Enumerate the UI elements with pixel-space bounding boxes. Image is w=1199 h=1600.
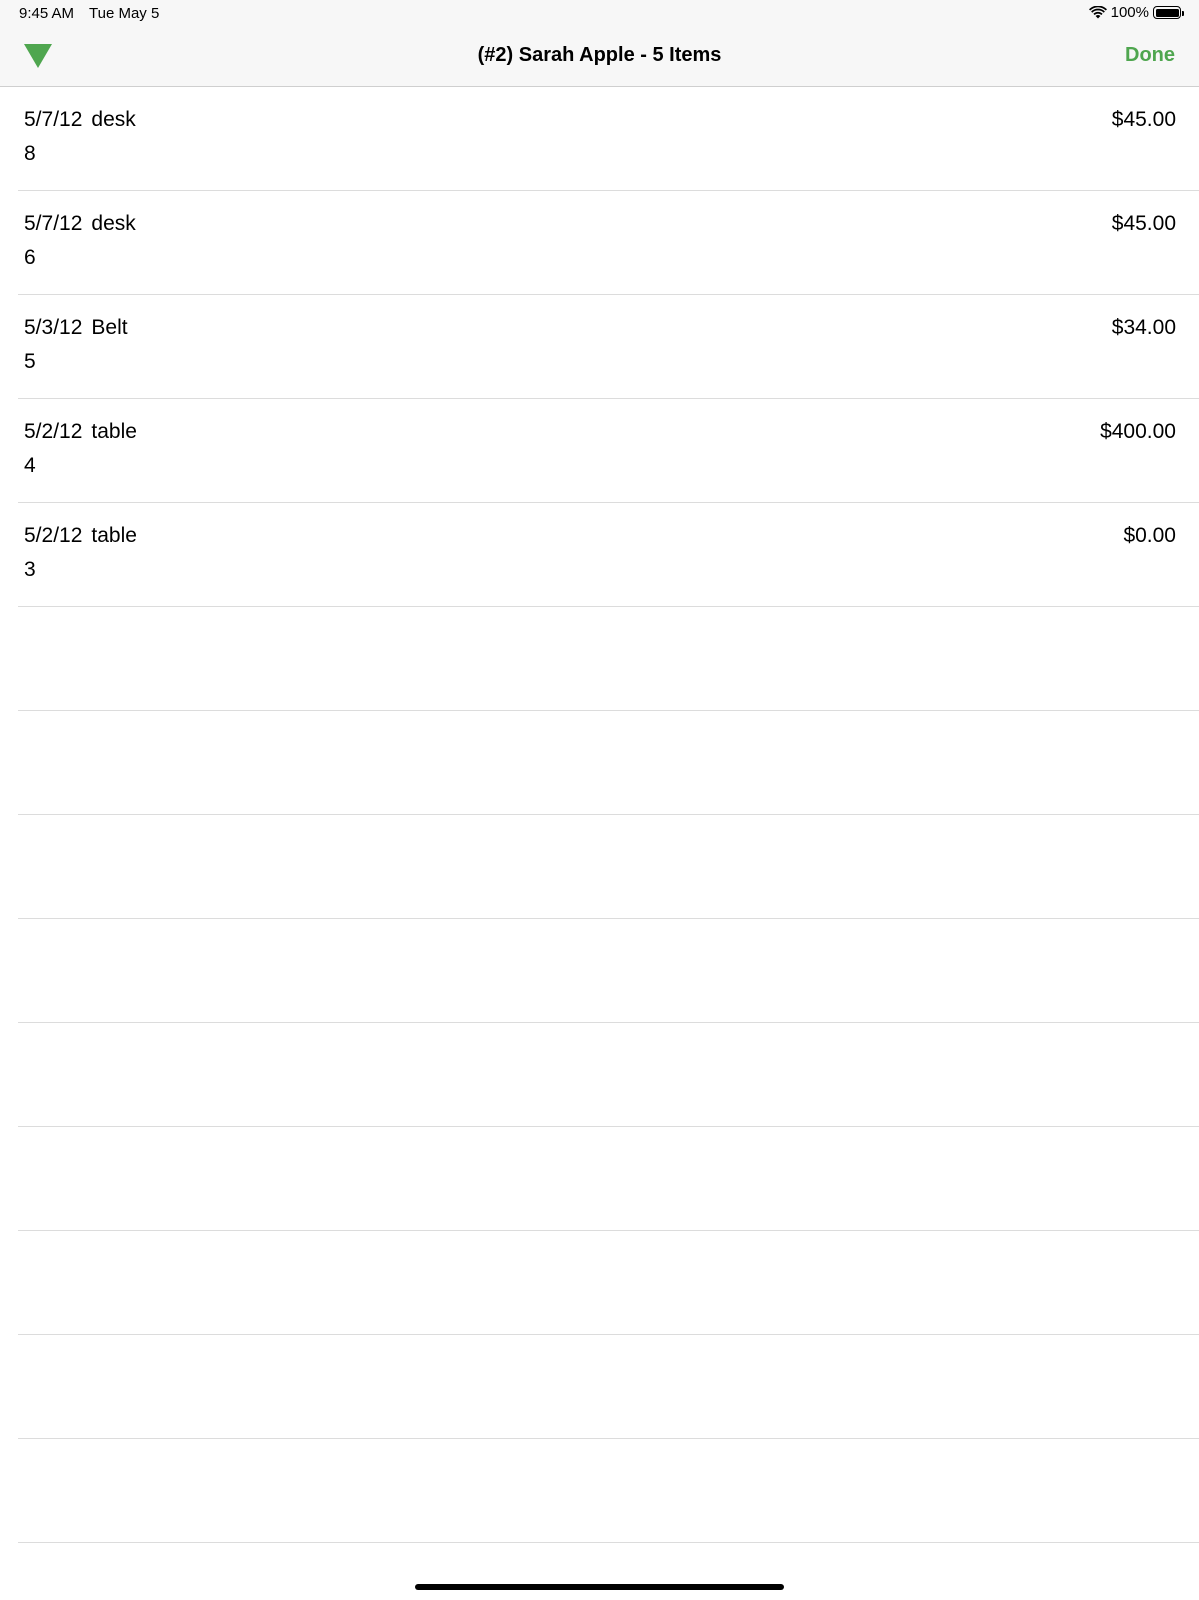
empty-row xyxy=(18,1127,1199,1231)
page-title: (#2) Sarah Apple - 5 Items xyxy=(477,44,722,66)
item-title: 5/2/12 table xyxy=(24,524,137,548)
empty-row xyxy=(18,919,1199,1023)
item-name: table xyxy=(91,420,137,443)
home-indicator[interactable] xyxy=(415,1584,784,1590)
item-price: $0.00 xyxy=(1123,524,1176,547)
item-number: 4 xyxy=(24,454,36,477)
item-title: 5/2/12 table xyxy=(24,420,137,444)
battery-fill xyxy=(1155,8,1179,17)
status-time: 9:45 AM xyxy=(19,5,75,22)
item-name: desk xyxy=(91,108,136,131)
item-number: 3 xyxy=(24,558,36,581)
item-name: table xyxy=(91,524,137,547)
item-date: 5/2/12 xyxy=(24,420,83,443)
done-button[interactable]: Done xyxy=(1125,44,1175,67)
item-date: 5/7/12 xyxy=(24,212,83,235)
item-date: 5/7/12 xyxy=(24,108,83,131)
empty-row xyxy=(18,1335,1199,1439)
item-number: 5 xyxy=(24,350,36,373)
status-indicators: 100% xyxy=(1088,4,1184,21)
status-bar: 9:45 AM Tue May 5 100% xyxy=(0,0,1199,28)
item-title: 5/7/12 desk xyxy=(24,212,136,236)
empty-row xyxy=(18,1439,1199,1543)
empty-row xyxy=(18,607,1199,711)
item-title: 5/7/12 desk xyxy=(24,108,136,132)
item-number: 6 xyxy=(24,246,36,269)
list-item[interactable]: 5/7/12 desk 8 $45.00 xyxy=(18,87,1199,191)
empty-row xyxy=(18,815,1199,919)
items-list: 5/7/12 desk 8 $45.00 5/7/12 desk 6 $45.00 5/3/12… xyxy=(0,87,1199,1543)
item-name: desk xyxy=(91,212,136,235)
list-item[interactable]: 5/2/12 table 3 $0.00 xyxy=(18,503,1199,607)
item-price: $400.00 xyxy=(1100,420,1176,443)
item-number: 8 xyxy=(24,142,36,165)
wifi-icon xyxy=(1088,6,1107,19)
list-item[interactable]: 5/3/12 Belt 5 $34.00 xyxy=(18,295,1199,399)
item-name: Belt xyxy=(91,316,128,339)
battery-tip xyxy=(1182,10,1184,16)
list-item[interactable]: 5/7/12 desk 6 $45.00 xyxy=(18,191,1199,295)
list-item[interactable]: 5/2/12 table 4 $400.00 xyxy=(18,399,1199,503)
empty-row xyxy=(18,1023,1199,1127)
item-price: $45.00 xyxy=(1111,108,1176,131)
status-date: Tue May 5 xyxy=(89,5,160,22)
empty-row xyxy=(18,1231,1199,1335)
item-price: $45.00 xyxy=(1111,212,1176,235)
item-price: $34.00 xyxy=(1111,316,1176,339)
nav-bar: (#2) Sarah Apple - 5 Items Done xyxy=(0,28,1199,87)
item-date: 5/2/12 xyxy=(24,524,83,547)
battery-percent: 100% xyxy=(1110,4,1149,21)
item-date: 5/3/12 xyxy=(24,316,83,339)
empty-row xyxy=(18,711,1199,815)
item-title: 5/3/12 Belt xyxy=(24,316,128,340)
battery-icon xyxy=(1153,6,1184,19)
